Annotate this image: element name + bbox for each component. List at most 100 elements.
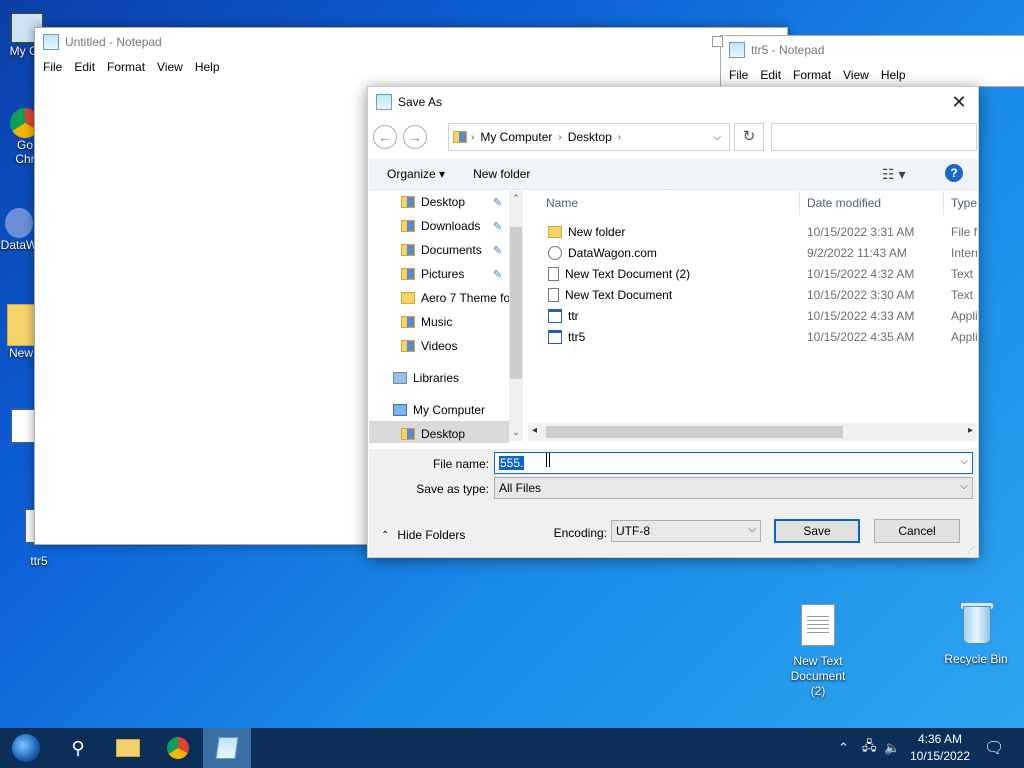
file-row[interactable]: New Text Document (2) bbox=[548, 263, 690, 284]
maximize-icon[interactable] bbox=[712, 36, 723, 47]
menu-format[interactable]: Format bbox=[787, 68, 837, 82]
save-as-dialog[interactable]: Save As ✕ ← → › My Computer › Desktop › … bbox=[367, 86, 979, 558]
network-icon[interactable]: 🖧 bbox=[862, 728, 877, 768]
pin-icon[interactable]: ✎ bbox=[493, 268, 505, 281]
encoding-select[interactable]: UTF-8 ⌵ bbox=[611, 520, 761, 542]
forward-icon[interactable]: → bbox=[403, 125, 427, 149]
save-button[interactable]: Save bbox=[774, 519, 860, 543]
file-row[interactable]: DataWagon.com bbox=[548, 242, 657, 263]
breadcrumb-desktop[interactable]: Desktop bbox=[562, 130, 618, 144]
save-as-type-label: Save as type: bbox=[416, 482, 489, 496]
tree-item-pictures[interactable]: Pictures bbox=[401, 263, 464, 285]
folder-icon bbox=[401, 196, 415, 208]
chevron-down-icon[interactable]: ⌵ bbox=[748, 524, 756, 535]
search-icon[interactable]: ⚲ bbox=[54, 728, 102, 768]
column-date-modified[interactable]: Date modified bbox=[807, 189, 881, 217]
hide-folders-button[interactable]: ⌃ Hide Folders bbox=[381, 528, 465, 542]
scroll-right-icon[interactable]: ▸ bbox=[968, 425, 973, 436]
scrollbar-thumb[interactable] bbox=[546, 426, 843, 438]
file-name-value: 555. bbox=[499, 456, 525, 470]
menu-edit[interactable]: Edit bbox=[754, 68, 787, 82]
refresh-icon[interactable]: ↻ bbox=[734, 123, 764, 151]
title-bar[interactable]: ttr5 - Notepad bbox=[721, 36, 1024, 64]
desktop-icon-new-text-doc[interactable]: New Text Document (2) bbox=[782, 604, 854, 699]
menu-format[interactable]: Format bbox=[101, 60, 151, 74]
tree-item-videos[interactable]: Videos bbox=[401, 335, 457, 357]
tree-item-my-computer[interactable]: My Computer bbox=[393, 399, 485, 421]
tree-item-desktop-2[interactable]: Desktop bbox=[401, 423, 465, 443]
dialog-title-bar[interactable]: Save As bbox=[376, 93, 442, 111]
file-row[interactable]: ttr5 bbox=[548, 326, 585, 347]
search-input[interactable] bbox=[771, 123, 977, 151]
file-date: 10/15/2022 4:35 AM bbox=[807, 330, 915, 344]
file-list-scrollbar[interactable]: ◂ ▸ bbox=[528, 423, 977, 441]
desktop-icon-label: New Text Document (2) bbox=[790, 654, 846, 698]
menu-file[interactable]: File bbox=[37, 60, 68, 74]
chevron-down-icon[interactable]: ⌵ bbox=[713, 132, 721, 143]
notepad-icon bbox=[376, 94, 392, 110]
file-date: 10/15/2022 4:32 AM bbox=[807, 267, 915, 281]
notifications-icon[interactable]: 🗨 bbox=[984, 728, 1004, 768]
close-icon[interactable]: ✕ bbox=[948, 91, 970, 113]
chevron-up-icon[interactable]: ⌃ bbox=[838, 728, 849, 768]
tree-item-documents[interactable]: Documents bbox=[401, 239, 482, 261]
text-cursor-icon bbox=[546, 453, 550, 467]
chrome-icon[interactable] bbox=[154, 728, 202, 768]
scroll-down-icon[interactable]: ⌄ bbox=[509, 427, 523, 438]
file-type: Appli bbox=[951, 330, 977, 344]
file-name-input[interactable]: 555. ⌵ bbox=[494, 452, 973, 474]
address-bar[interactable]: › My Computer › Desktop › ⌵ bbox=[448, 123, 730, 151]
organize-button[interactable]: Organize ▾ bbox=[377, 167, 455, 181]
title-bar[interactable]: Untitled - Notepad bbox=[35, 28, 787, 56]
folder-icon bbox=[401, 244, 415, 256]
save-as-type-select[interactable]: All Files ⌵ bbox=[494, 477, 973, 499]
menu-edit[interactable]: Edit bbox=[68, 60, 101, 74]
pin-icon[interactable]: ✎ bbox=[493, 220, 505, 233]
menu-help[interactable]: Help bbox=[875, 68, 912, 82]
file-row[interactable]: ttr bbox=[548, 305, 579, 326]
globe-icon bbox=[5, 208, 33, 238]
taskbar: ⚲ ⌃ 🖧 🔈 4:36 AM 10/15/2022 🗨 bbox=[0, 728, 1024, 768]
column-type[interactable]: Type bbox=[951, 189, 977, 217]
resize-grip-icon[interactable]: ⋰ bbox=[967, 545, 975, 554]
window-title: ttr5 - Notepad bbox=[751, 43, 825, 57]
help-icon[interactable]: ? bbox=[945, 164, 963, 182]
pin-icon[interactable]: ✎ bbox=[493, 196, 505, 209]
file-explorer-icon[interactable] bbox=[104, 728, 152, 768]
notepad-taskbar-button[interactable] bbox=[203, 728, 251, 768]
clock[interactable]: 4:36 AM 10/15/2022 bbox=[900, 731, 980, 765]
new-folder-button[interactable]: New folder bbox=[463, 167, 540, 181]
cancel-button[interactable]: Cancel bbox=[874, 519, 960, 543]
file-type: Intern bbox=[951, 246, 977, 260]
menu-view[interactable]: View bbox=[837, 68, 875, 82]
file-date: 10/15/2022 3:31 AM bbox=[807, 225, 915, 239]
menu-view[interactable]: View bbox=[151, 60, 189, 74]
notepad-window-ttr5[interactable]: ttr5 - Notepad File Edit Format View Hel… bbox=[720, 35, 1024, 87]
breadcrumb-my-computer[interactable]: My Computer bbox=[474, 130, 558, 144]
chevron-up-icon: ⌃ bbox=[381, 529, 390, 541]
scroll-left-icon[interactable]: ◂ bbox=[532, 425, 537, 436]
desktop-icon-recycle-bin[interactable]: Recycle Bin bbox=[940, 600, 1012, 666]
volume-icon[interactable]: 🔈 bbox=[884, 728, 900, 768]
tree-item-aero-theme[interactable]: Aero 7 Theme fo bbox=[401, 287, 510, 309]
tree-item-music[interactable]: Music bbox=[401, 311, 452, 333]
file-row[interactable]: New Text Document bbox=[548, 284, 672, 305]
menu-file[interactable]: File bbox=[723, 68, 754, 82]
back-icon[interactable]: ← bbox=[373, 125, 397, 149]
tree-item-downloads[interactable]: Downloads bbox=[401, 215, 480, 237]
view-options-icon[interactable]: ☷ ▾ bbox=[882, 166, 905, 183]
start-button[interactable] bbox=[2, 728, 50, 768]
pin-icon[interactable]: ✎ bbox=[493, 244, 505, 257]
column-name[interactable]: Name bbox=[546, 189, 578, 217]
menu-help[interactable]: Help bbox=[189, 60, 226, 74]
tree-item-libraries[interactable]: Libraries bbox=[393, 367, 459, 389]
chevron-down-icon[interactable]: ⌵ bbox=[960, 456, 968, 467]
tree-item-desktop[interactable]: Desktop bbox=[401, 191, 465, 213]
file-row[interactable]: New folder bbox=[548, 221, 625, 242]
scroll-up-icon[interactable]: ⌃ bbox=[509, 193, 523, 204]
folder-icon bbox=[401, 428, 415, 440]
scrollbar-thumb[interactable] bbox=[510, 227, 522, 379]
chevron-down-icon[interactable]: ⌵ bbox=[960, 481, 968, 492]
tree-scrollbar[interactable]: ⌃ ⌄ bbox=[509, 191, 523, 441]
menu-bar: File Edit Format View Help bbox=[35, 56, 787, 78]
